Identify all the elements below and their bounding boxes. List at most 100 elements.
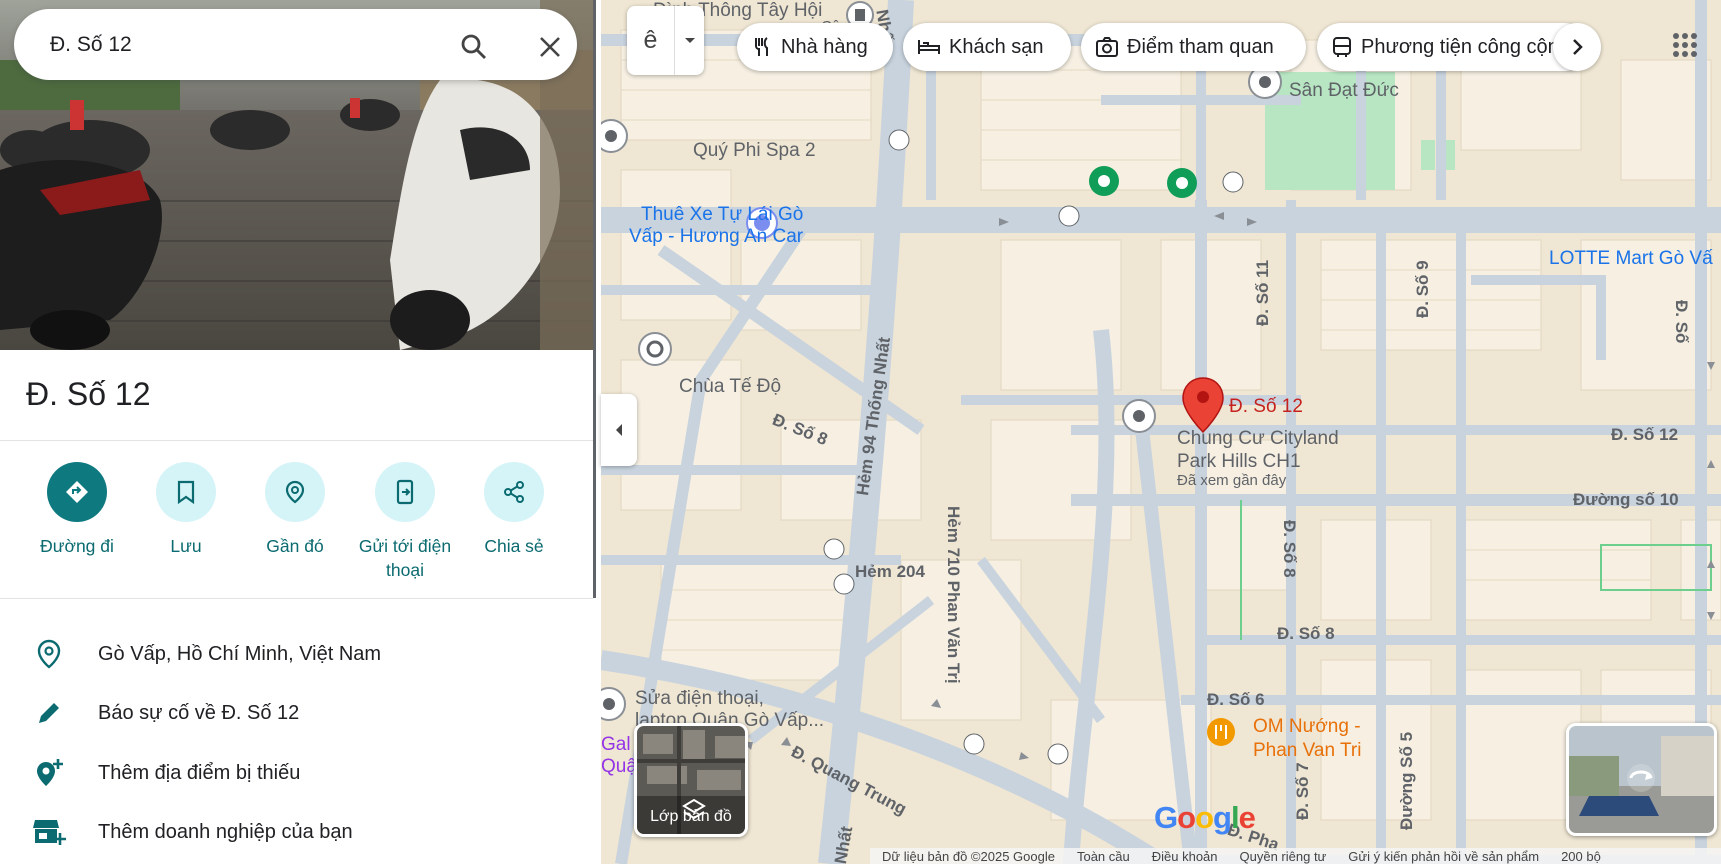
clear-search-button[interactable] — [530, 27, 570, 67]
layers-label: Lớp bản đồ — [650, 808, 732, 825]
fork-knife-icon — [755, 37, 768, 56]
poi-label[interactable]: Chung Cư Cityland — [1177, 428, 1339, 450]
report-issue-text: Báo sự cố về Đ. Số 12 — [98, 701, 300, 724]
poi-label[interactable]: Sân Đạt Đức — [1289, 80, 1399, 102]
feedback-link[interactable]: Gửi ý kiến phản hồi về sản phẩm — [1348, 849, 1539, 864]
save-icon-circle — [156, 462, 216, 522]
apps-grid-icon — [1673, 33, 1697, 57]
place-title: Đ. Số 12 — [26, 376, 151, 412]
map-base-layer — [601, 0, 1721, 864]
share-icon — [504, 481, 524, 503]
input-tools: ê — [627, 6, 704, 75]
google-logo: Google — [1154, 800, 1256, 835]
action-label: Lưu — [170, 536, 202, 556]
street-label: Đ. Số 8 — [1280, 520, 1299, 578]
directions-icon-circle — [47, 462, 107, 522]
bed-icon — [918, 40, 940, 54]
address-text: Gò Vấp, Hồ Chí Minh, Việt Nam — [98, 642, 382, 665]
share-button[interactable]: Chia sẻ — [459, 462, 569, 558]
global-link[interactable]: Toàn cầu — [1077, 849, 1130, 864]
close-icon — [540, 37, 560, 57]
map-canvas[interactable]: Đình Thông Tây Hội Cây Sân Đạt Đức Quý P… — [601, 0, 1721, 864]
add-location-icon — [37, 759, 63, 786]
park-poi-icon[interactable] — [1087, 164, 1121, 198]
chip-label: Nhà hàng — [781, 35, 868, 58]
temple-icon[interactable] — [637, 331, 673, 371]
poi-label[interactable]: Phan Van Tri — [1253, 740, 1361, 762]
selected-place-label[interactable]: Đ. Số 12 — [1229, 396, 1303, 418]
add-missing-place-row[interactable]: Thêm địa điểm bị thiếu — [0, 744, 593, 802]
poi-label[interactable]: Sửa điện thoại, — [635, 688, 764, 710]
park-poi-icon[interactable] — [1165, 166, 1199, 200]
poi-pin-icon[interactable] — [601, 686, 627, 726]
action-label: Gần đó — [266, 536, 324, 556]
chip-transit[interactable]: Phương tiện công cộng — [1317, 23, 1589, 71]
search-box[interactable]: Đ. Số 12 — [14, 9, 577, 80]
street-view-thumbnail[interactable] — [1566, 723, 1717, 836]
street-label: Đ. Số 11 — [1253, 259, 1272, 326]
poi-sublabel: Đã xem gần đây — [1177, 472, 1287, 489]
chip-label: Khách sạn — [949, 35, 1044, 58]
map-data-attribution: Dữ liệu bản đồ ©2025 Google — [882, 848, 1055, 864]
search-input[interactable]: Đ. Số 12 — [50, 33, 132, 57]
add-business-text: Thêm doanh nghiệp của bạn — [98, 820, 353, 843]
location-pin-icon — [37, 639, 61, 669]
action-label: Đường đi — [40, 536, 114, 556]
street-label: Đ. Số 8 — [1277, 624, 1335, 643]
chip-hotels[interactable]: Khách sạn — [903, 23, 1071, 71]
chips-next-button[interactable] — [1553, 23, 1601, 71]
privacy-link[interactable]: Quyền riêng tư — [1240, 849, 1327, 864]
location-pin-icon[interactable] — [1181, 376, 1225, 434]
input-tools-button[interactable]: ê — [627, 6, 675, 75]
poi-label[interactable]: Chùa Tế Độ — [679, 376, 781, 398]
street-label: Đ. Số — [1672, 300, 1691, 344]
send-to-phone-icon — [396, 479, 414, 505]
poi-pin-icon[interactable] — [601, 118, 629, 158]
save-button[interactable]: Lưu — [131, 462, 241, 558]
street-label: Đ. Số 6 — [1207, 690, 1265, 709]
scale-label[interactable]: 200 bộ — [1561, 849, 1601, 864]
poi-label[interactable]: Vấp - Hương An Car — [629, 226, 803, 248]
divider — [0, 440, 593, 441]
street-label: Đ. Số 12 — [1611, 425, 1679, 444]
restaurant-icon[interactable] — [1205, 716, 1237, 748]
address-row[interactable]: Gò Vấp, Hồ Chí Minh, Việt Nam — [0, 625, 593, 683]
poi-label[interactable]: Thuê Xe Tự Lái Gò — [641, 204, 803, 226]
layers-button[interactable]: Lớp bản đồ — [634, 723, 748, 837]
chip-label: Điểm tham quan — [1127, 35, 1274, 58]
search-icon — [461, 34, 486, 59]
directions-button[interactable]: Đường đi — [22, 462, 132, 558]
collapse-panel-button[interactable] — [601, 394, 637, 466]
poi-label[interactable]: LOTTE Mart Gò Vấ — [1549, 248, 1713, 270]
street-label: Đ. Số 7 — [1293, 762, 1312, 820]
poi-label[interactable]: Gal — [601, 734, 631, 756]
nearby-icon-circle — [265, 462, 325, 522]
pencil-icon — [39, 703, 59, 723]
poi-label[interactable]: Quậ — [601, 756, 637, 778]
report-issue-row[interactable]: Báo sự cố về Đ. Số 12 — [0, 684, 593, 742]
panel-scrollbar[interactable] — [593, 0, 596, 598]
directions-icon — [66, 481, 88, 503]
action-label: Gửi tới điện thoại — [358, 536, 452, 580]
nearby-search-icon — [285, 480, 305, 504]
nearby-button[interactable]: Gần đó — [240, 462, 350, 558]
chip-attractions[interactable]: Điểm tham quan — [1081, 23, 1306, 71]
street-label: Đường Số 5 — [1397, 731, 1416, 830]
bookmark-icon — [177, 480, 195, 504]
search-button[interactable] — [454, 27, 494, 67]
poi-pin-icon[interactable] — [1121, 398, 1157, 438]
street-label: Đ. Số 9 — [1413, 260, 1432, 318]
poi-label[interactable]: Park Hills CH1 — [1177, 451, 1301, 473]
add-missing-place-text: Thêm địa điểm bị thiếu — [98, 761, 301, 784]
chip-restaurants[interactable]: Nhà hàng — [737, 23, 893, 71]
map-footer: Dữ liệu bản đồ ©2025 Google Toàn cầu Điề… — [870, 848, 1721, 864]
google-maps-app: Đình Thông Tây Hội Cây Sân Đạt Đức Quý P… — [0, 0, 1721, 864]
google-apps-button[interactable] — [1660, 20, 1710, 70]
poi-label[interactable]: Quý Phi Spa 2 — [693, 140, 816, 162]
add-business-row[interactable]: Thêm doanh nghiệp của bạn — [0, 803, 593, 861]
camera-icon — [1096, 37, 1118, 57]
poi-label[interactable]: OM Nướng - — [1253, 716, 1361, 738]
terms-link[interactable]: Điều khoản — [1152, 849, 1218, 864]
send-to-phone-button[interactable]: Gửi tới điện thoại — [350, 462, 460, 582]
chevron-down-icon[interactable] — [675, 6, 704, 75]
